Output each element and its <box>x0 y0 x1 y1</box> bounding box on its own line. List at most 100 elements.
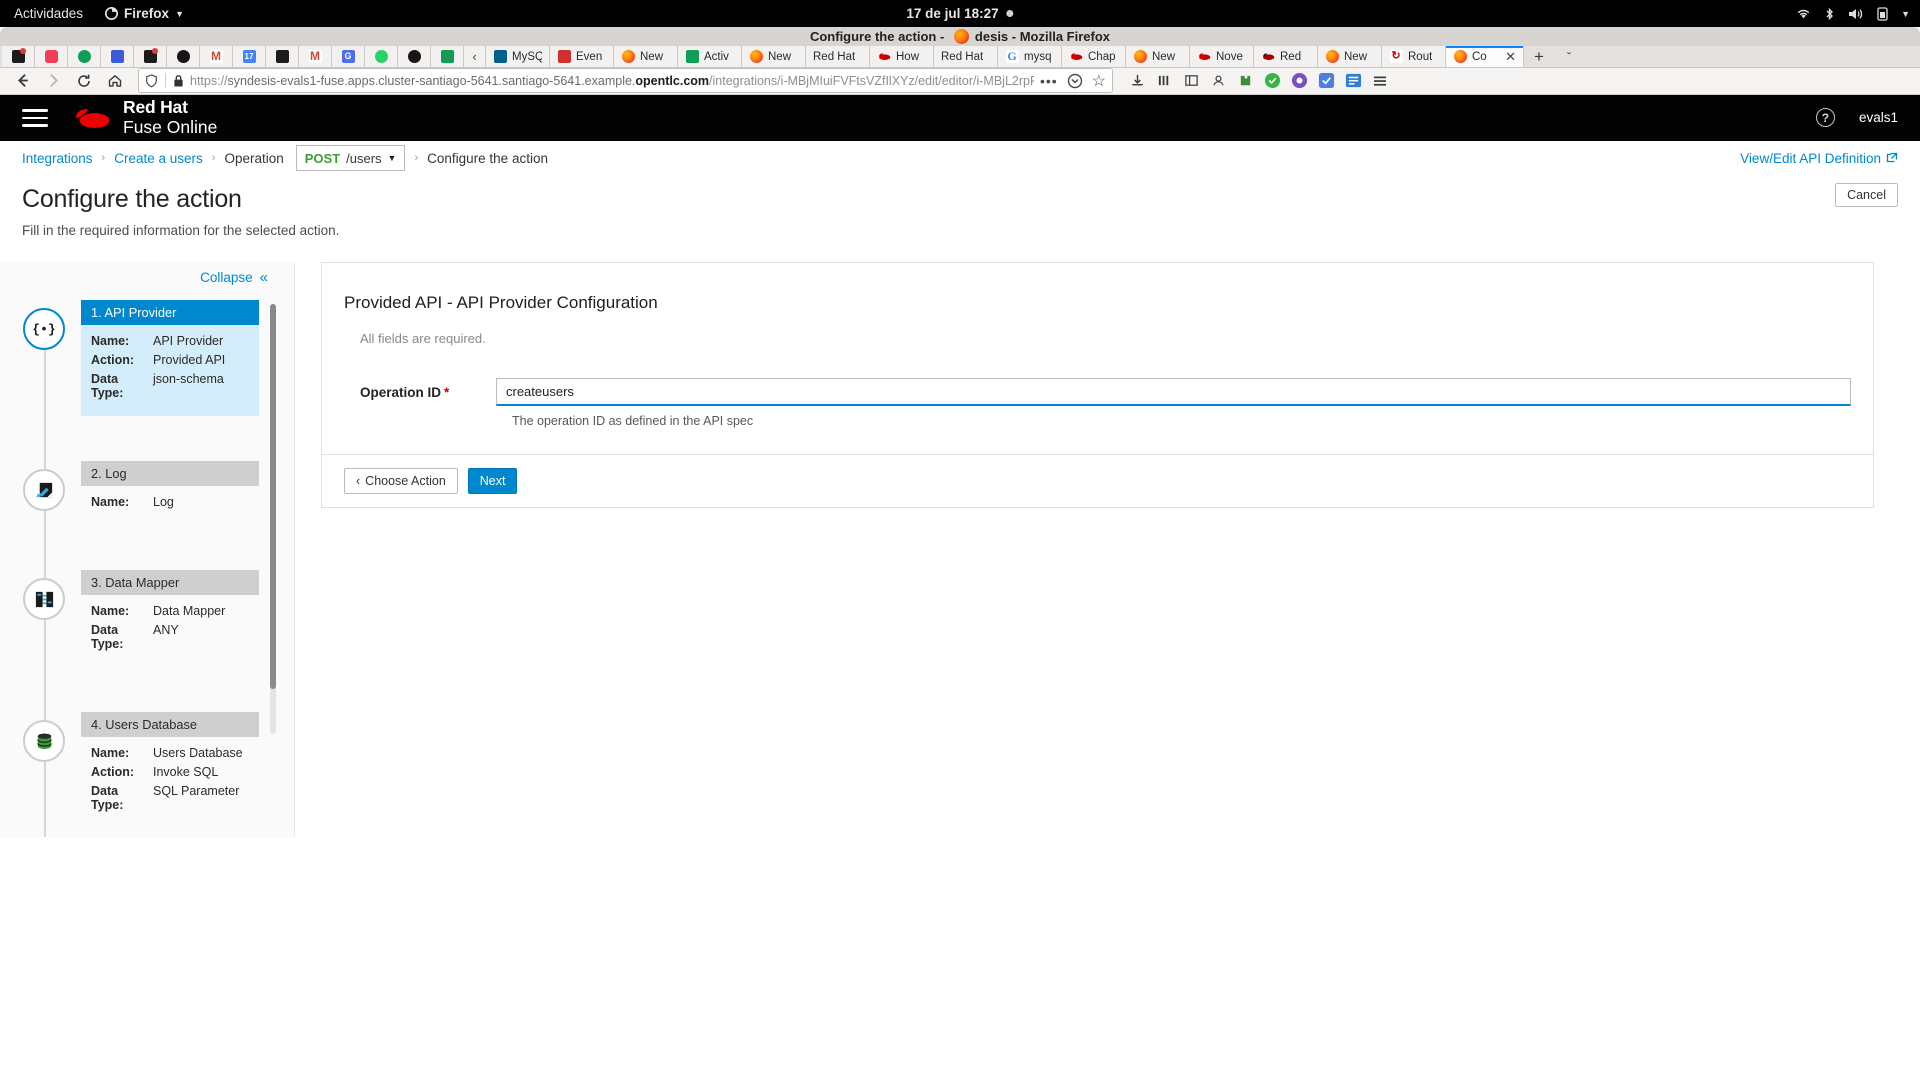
pinned-tab[interactable] <box>398 46 431 67</box>
operation-id-input[interactable] <box>496 378 1851 407</box>
browser-tab-active[interactable]: Co ✕ <box>1446 46 1524 67</box>
redhat-logo-icon <box>76 109 110 129</box>
pinned-tab[interactable] <box>68 46 101 67</box>
pinned-tab[interactable]: M <box>299 46 332 67</box>
browser-tab[interactable]: ↻ Rout <box>1382 46 1446 67</box>
new-tab-button[interactable]: + <box>1524 46 1554 66</box>
browser-tab[interactable]: Red <box>1254 46 1318 67</box>
app-icon <box>11 48 26 63</box>
choose-action-button[interactable]: ‹ Choose Action <box>344 468 458 495</box>
tab-label: Red Hat <box>941 50 984 63</box>
browser-tab[interactable]: Activ <box>678 46 742 67</box>
step-title: 1. API Provider <box>81 300 259 326</box>
privacy-extension-icon[interactable] <box>1288 70 1310 92</box>
pinned-tab[interactable] <box>35 46 68 67</box>
account-icon[interactable] <box>1207 70 1229 92</box>
tab-label: New <box>1152 50 1176 63</box>
browser-tab[interactable]: How <box>870 46 934 67</box>
pinned-tab[interactable] <box>266 46 299 67</box>
back-button[interactable] <box>8 68 36 94</box>
reload-button[interactable] <box>70 68 98 94</box>
step-item[interactable]: 2. Log Name: Log <box>0 461 294 525</box>
pinned-tab[interactable] <box>134 46 167 67</box>
browser-tab[interactable]: Gmysq <box>998 46 1062 67</box>
step-card-data-mapper[interactable]: 3. Data Mapper Name: Data Mapper Data Typ… <box>81 570 259 667</box>
browser-tab[interactable]: MySQ <box>486 46 550 67</box>
browser-tab[interactable]: Nove <box>1190 46 1254 67</box>
download-icon[interactable] <box>1126 70 1148 92</box>
pinned-tab[interactable] <box>167 46 200 67</box>
operation-select[interactable]: POST /users ▼ <box>295 145 406 172</box>
step-card-users-database[interactable]: 4. Users Database Name: Users Database Ac… <box>81 712 259 828</box>
pinned-tab[interactable]: 17 <box>233 46 266 67</box>
chevron-double-left-icon: « <box>259 269 268 287</box>
close-icon[interactable]: ✕ <box>1505 49 1516 65</box>
browser-tab[interactable]: Red Hat <box>806 46 870 67</box>
step-card-api-provider[interactable]: 1. API Provider Name: API Provider Action… <box>81 300 259 417</box>
tab-label: New <box>640 50 664 63</box>
browser-tab[interactable]: New <box>742 46 806 67</box>
operation-id-label-text: Operation ID <box>360 384 442 400</box>
page-actions-icon[interactable]: ••• <box>1040 73 1058 89</box>
browser-tab[interactable]: New <box>614 46 678 67</box>
firefox-icon <box>105 7 119 20</box>
brand-logo[interactable]: Red Hat Fuse Online <box>70 98 217 137</box>
field-key: Name: <box>91 334 130 349</box>
forward-button[interactable] <box>39 68 67 94</box>
step-item[interactable]: 3. Data Mapper Name: Data Mapper Data Typ… <box>0 570 294 667</box>
cancel-button[interactable]: Cancel <box>1835 183 1898 208</box>
extensions-icon[interactable] <box>1234 70 1256 92</box>
step-item[interactable]: {•} 1. API Provider Name: API Provider Ac… <box>0 300 294 417</box>
vpn-extension-icon[interactable] <box>1315 70 1337 92</box>
scrollbar-thumb[interactable] <box>270 304 276 690</box>
pinned-tab[interactable] <box>431 46 464 67</box>
steps-list: {•} 1. API Provider Name: API Provider Ac… <box>0 300 294 838</box>
sidebar-icon[interactable] <box>1180 70 1202 92</box>
library-icon[interactable] <box>1153 70 1175 92</box>
pinned-tab[interactable]: M <box>200 46 233 67</box>
pinned-tab[interactable] <box>2 46 35 67</box>
pinned-tab[interactable] <box>365 46 398 67</box>
tab-scroll-left-button[interactable]: ‹ <box>464 46 486 67</box>
browser-tab[interactable]: Red Hat <box>934 46 998 67</box>
activities-button[interactable]: Actividades <box>0 6 97 21</box>
pinned-tab[interactable] <box>101 46 134 67</box>
browser-tab[interactable]: New <box>1318 46 1382 67</box>
clock[interactable]: 17 de jul 18:27 <box>906 6 1014 21</box>
url-bar[interactable]: https://syndesis-evals1-fuse.apps.cluste… <box>138 68 1113 94</box>
next-button[interactable]: Next <box>467 468 518 495</box>
data-mapper-icon <box>23 578 65 621</box>
pinned-tab[interactable]: G <box>332 46 365 67</box>
step-item[interactable]: 4. Users Database Name: Users Database Ac… <box>0 712 294 828</box>
tab-strip[interactable]: M 17 M G ‹ MySQ Even New Activ New Red H… <box>0 46 1920 68</box>
browser-tab[interactable]: Chap <box>1062 46 1126 67</box>
home-button[interactable] <box>101 68 129 94</box>
site-identity[interactable] <box>145 73 184 89</box>
bookmark-star-icon[interactable]: ☆ <box>1092 71 1106 91</box>
tab-list-button[interactable]: ˇ <box>1554 46 1584 66</box>
panel-scrollbar[interactable] <box>270 304 276 735</box>
help-icon[interactable]: ? <box>1815 108 1835 128</box>
field-key: Name: <box>91 604 130 619</box>
browser-tab[interactable]: New <box>1126 46 1190 67</box>
user-label[interactable]: evals1 <box>1859 110 1898 125</box>
view-edit-api-definition-link[interactable]: View/Edit API Definition <box>1740 151 1898 166</box>
required-marker: * <box>444 384 450 400</box>
hamburger-menu-icon[interactable] <box>22 109 48 127</box>
menu-icon[interactable] <box>1369 70 1391 92</box>
browser-tab[interactable]: Even <box>550 46 614 67</box>
reader-extension-icon[interactable] <box>1342 70 1364 92</box>
pocket-save-icon[interactable] <box>1067 73 1083 89</box>
shield-extension-icon[interactable] <box>1261 70 1283 92</box>
step-card-log[interactable]: 2. Log Name: Log <box>81 461 259 525</box>
collapse-button[interactable]: Collapse « <box>0 262 294 286</box>
breadcrumb-item-create-a-users[interactable]: Create a users <box>114 151 203 166</box>
brand-text: Red Hat Fuse Online <box>123 98 217 137</box>
system-tray[interactable]: ▼ <box>1796 6 1910 21</box>
collapse-label: Collapse <box>200 270 253 286</box>
tab-label: Activ <box>704 50 729 63</box>
navigation-toolbar: https://syndesis-evals1-fuse.apps.cluste… <box>0 67 1920 95</box>
breadcrumb-separator: › <box>211 152 216 165</box>
breadcrumb-item-integrations[interactable]: Integrations <box>22 151 93 166</box>
app-menu-firefox[interactable]: Firefox ▼ <box>97 6 192 21</box>
